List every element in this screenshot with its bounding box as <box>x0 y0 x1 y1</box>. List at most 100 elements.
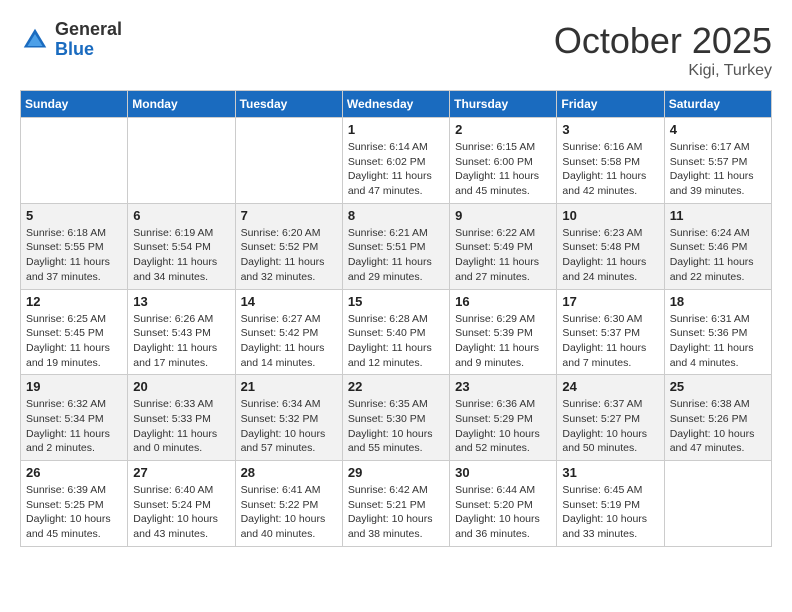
day-info: Sunrise: 6:18 AM Sunset: 5:55 PM Dayligh… <box>26 226 122 285</box>
day-info: Sunrise: 6:20 AM Sunset: 5:52 PM Dayligh… <box>241 226 337 285</box>
calendar-day-cell: 18 Sunrise: 6:31 AM Sunset: 5:36 PM Dayli… <box>664 289 771 375</box>
day-info: Sunrise: 6:32 AM Sunset: 5:34 PM Dayligh… <box>26 397 122 456</box>
calendar-day-cell: 29 Sunrise: 6:42 AM Sunset: 5:21 PM Dayli… <box>342 461 449 547</box>
day-number: 11 <box>670 208 766 223</box>
day-number: 13 <box>133 294 229 309</box>
calendar-day-cell: 17 Sunrise: 6:30 AM Sunset: 5:37 PM Dayli… <box>557 289 664 375</box>
day-number: 21 <box>241 379 337 394</box>
day-info: Sunrise: 6:42 AM Sunset: 5:21 PM Dayligh… <box>348 483 444 542</box>
calendar-day-cell: 11 Sunrise: 6:24 AM Sunset: 5:46 PM Dayli… <box>664 203 771 289</box>
day-info: Sunrise: 6:22 AM Sunset: 5:49 PM Dayligh… <box>455 226 551 285</box>
day-number: 23 <box>455 379 551 394</box>
day-info: Sunrise: 6:39 AM Sunset: 5:25 PM Dayligh… <box>26 483 122 542</box>
day-info: Sunrise: 6:41 AM Sunset: 5:22 PM Dayligh… <box>241 483 337 542</box>
calendar-day-cell: 14Sunrise: 6:27 AM Sunset: 5:42 PM Dayli… <box>235 289 342 375</box>
day-info: Sunrise: 6:24 AM Sunset: 5:46 PM Dayligh… <box>670 226 766 285</box>
calendar-day-cell: 19 Sunrise: 6:32 AM Sunset: 5:34 PM Dayli… <box>21 375 128 461</box>
day-number: 2 <box>455 122 551 137</box>
day-number: 18 <box>670 294 766 309</box>
day-number: 22 <box>348 379 444 394</box>
calendar-day-cell: 30Sunrise: 6:44 AM Sunset: 5:20 PM Dayli… <box>450 461 557 547</box>
day-number: 28 <box>241 465 337 480</box>
day-info: Sunrise: 6:40 AM Sunset: 5:24 PM Dayligh… <box>133 483 229 542</box>
day-info: Sunrise: 6:23 AM Sunset: 5:48 PM Dayligh… <box>562 226 658 285</box>
calendar-day-cell <box>128 118 235 204</box>
day-number: 24 <box>562 379 658 394</box>
calendar-day-cell <box>664 461 771 547</box>
month-title: October 2025 <box>554 20 772 62</box>
calendar-week-row: 5 Sunrise: 6:18 AM Sunset: 5:55 PM Daylig… <box>21 203 772 289</box>
day-number: 5 <box>26 208 122 223</box>
calendar-day-cell: 27 Sunrise: 6:40 AM Sunset: 5:24 PM Dayli… <box>128 461 235 547</box>
calendar-day-cell: 3 Sunrise: 6:16 AM Sunset: 5:58 PM Daylig… <box>557 118 664 204</box>
day-number: 27 <box>133 465 229 480</box>
day-info: Sunrise: 6:16 AM Sunset: 5:58 PM Dayligh… <box>562 140 658 199</box>
calendar-day-cell: 6Sunrise: 6:19 AM Sunset: 5:54 PM Daylig… <box>128 203 235 289</box>
day-number: 6 <box>133 208 229 223</box>
day-number: 7 <box>241 208 337 223</box>
calendar-day-cell: 21 Sunrise: 6:34 AM Sunset: 5:32 PM Dayli… <box>235 375 342 461</box>
day-number: 12 <box>26 294 122 309</box>
day-info: Sunrise: 6:30 AM Sunset: 5:37 PM Dayligh… <box>562 312 658 371</box>
day-number: 3 <box>562 122 658 137</box>
day-number: 17 <box>562 294 658 309</box>
calendar-day-cell: 20 Sunrise: 6:33 AM Sunset: 5:33 PM Dayli… <box>128 375 235 461</box>
day-info: Sunrise: 6:25 AM Sunset: 5:45 PM Dayligh… <box>26 312 122 371</box>
day-number: 26 <box>26 465 122 480</box>
day-info: Sunrise: 6:31 AM Sunset: 5:36 PM Dayligh… <box>670 312 766 371</box>
day-info: Sunrise: 6:38 AM Sunset: 5:26 PM Dayligh… <box>670 397 766 456</box>
calendar-week-row: 12 Sunrise: 6:25 AM Sunset: 5:45 PM Dayli… <box>21 289 772 375</box>
calendar-day-cell: 25 Sunrise: 6:38 AM Sunset: 5:26 PM Dayli… <box>664 375 771 461</box>
day-number: 14 <box>241 294 337 309</box>
day-number: 15 <box>348 294 444 309</box>
day-number: 8 <box>348 208 444 223</box>
day-info: Sunrise: 6:28 AM Sunset: 5:40 PM Dayligh… <box>348 312 444 371</box>
calendar-day-cell: 2 Sunrise: 6:15 AM Sunset: 6:00 PM Daylig… <box>450 118 557 204</box>
day-info: Sunrise: 6:37 AM Sunset: 5:27 PM Dayligh… <box>562 397 658 456</box>
page-header: General Blue October 2025 Kigi, Turkey <box>20 20 772 80</box>
calendar-day-cell: 9 Sunrise: 6:22 AM Sunset: 5:49 PM Daylig… <box>450 203 557 289</box>
calendar-day-cell: 16Sunrise: 6:29 AM Sunset: 5:39 PM Dayli… <box>450 289 557 375</box>
weekday-header: Friday <box>557 91 664 118</box>
calendar-day-cell: 5 Sunrise: 6:18 AM Sunset: 5:55 PM Daylig… <box>21 203 128 289</box>
day-info: Sunrise: 6:33 AM Sunset: 5:33 PM Dayligh… <box>133 397 229 456</box>
day-number: 9 <box>455 208 551 223</box>
calendar-week-row: 26 Sunrise: 6:39 AM Sunset: 5:25 PM Dayli… <box>21 461 772 547</box>
logo: General Blue <box>20 20 122 60</box>
day-info: Sunrise: 6:17 AM Sunset: 5:57 PM Dayligh… <box>670 140 766 199</box>
location: Kigi, Turkey <box>554 62 772 80</box>
weekday-header: Wednesday <box>342 91 449 118</box>
calendar-week-row: 19 Sunrise: 6:32 AM Sunset: 5:34 PM Dayli… <box>21 375 772 461</box>
day-number: 29 <box>348 465 444 480</box>
logo-icon <box>20 25 50 55</box>
day-info: Sunrise: 6:35 AM Sunset: 5:30 PM Dayligh… <box>348 397 444 456</box>
calendar-day-cell: 31 Sunrise: 6:45 AM Sunset: 5:19 PM Dayli… <box>557 461 664 547</box>
calendar-day-cell: 13Sunrise: 6:26 AM Sunset: 5:43 PM Dayli… <box>128 289 235 375</box>
calendar-day-cell: 4 Sunrise: 6:17 AM Sunset: 5:57 PM Daylig… <box>664 118 771 204</box>
weekday-header: Sunday <box>21 91 128 118</box>
calendar-day-cell: 12 Sunrise: 6:25 AM Sunset: 5:45 PM Dayli… <box>21 289 128 375</box>
calendar-day-cell: 1Sunrise: 6:14 AM Sunset: 6:02 PM Daylig… <box>342 118 449 204</box>
calendar-day-cell: 10Sunrise: 6:23 AM Sunset: 5:48 PM Dayli… <box>557 203 664 289</box>
day-number: 25 <box>670 379 766 394</box>
day-number: 20 <box>133 379 229 394</box>
logo-text: General Blue <box>55 20 122 60</box>
calendar-day-cell <box>235 118 342 204</box>
calendar-day-cell: 28 Sunrise: 6:41 AM Sunset: 5:22 PM Dayli… <box>235 461 342 547</box>
day-number: 31 <box>562 465 658 480</box>
day-info: Sunrise: 6:36 AM Sunset: 5:29 PM Dayligh… <box>455 397 551 456</box>
title-block: October 2025 Kigi, Turkey <box>554 20 772 80</box>
day-number: 30 <box>455 465 551 480</box>
day-info: Sunrise: 6:34 AM Sunset: 5:32 PM Dayligh… <box>241 397 337 456</box>
calendar-day-cell: 23 Sunrise: 6:36 AM Sunset: 5:29 PM Dayli… <box>450 375 557 461</box>
weekday-header: Monday <box>128 91 235 118</box>
day-number: 19 <box>26 379 122 394</box>
day-info: Sunrise: 6:45 AM Sunset: 5:19 PM Dayligh… <box>562 483 658 542</box>
weekday-header: Thursday <box>450 91 557 118</box>
calendar-header-row: SundayMondayTuesdayWednesdayThursdayFrid… <box>21 91 772 118</box>
calendar-day-cell: 7 Sunrise: 6:20 AM Sunset: 5:52 PM Daylig… <box>235 203 342 289</box>
calendar-table: SundayMondayTuesdayWednesdayThursdayFrid… <box>20 90 772 547</box>
day-number: 4 <box>670 122 766 137</box>
day-info: Sunrise: 6:15 AM Sunset: 6:00 PM Dayligh… <box>455 140 551 199</box>
calendar-day-cell: 22 Sunrise: 6:35 AM Sunset: 5:30 PM Dayli… <box>342 375 449 461</box>
